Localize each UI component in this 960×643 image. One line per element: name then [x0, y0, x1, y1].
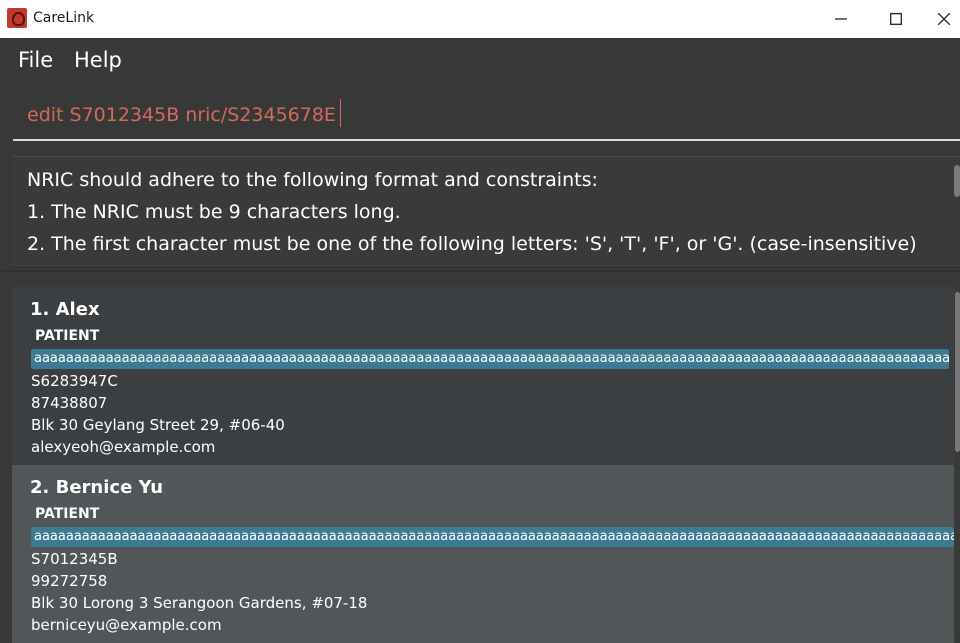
- person-role: PATIENT: [35, 328, 100, 344]
- person-role: PATIENT: [35, 506, 100, 522]
- close-icon: [938, 13, 950, 25]
- command-box: edit S7012345B nric/S2345678E: [0, 83, 960, 141]
- person-phone: 99272758: [31, 572, 108, 590]
- command-text: edit S7012345B nric/S2345678E: [27, 104, 336, 126]
- result-display: NRIC should adhere to the following form…: [12, 156, 960, 268]
- person-nric: S6283947C: [31, 372, 118, 390]
- menu-file[interactable]: File: [18, 48, 53, 72]
- minimize-icon: [835, 18, 847, 20]
- result-line: NRIC should adhere to the following form…: [27, 169, 598, 191]
- maximize-button[interactable]: [873, 0, 919, 38]
- person-card[interactable]: 2. Bernice Yu PATIENT aaaaaaaaaaaaaaaaaa…: [12, 465, 954, 643]
- app-logo-icon: [7, 8, 27, 28]
- list-scrollbar[interactable]: [955, 292, 960, 452]
- title-bar: CareLink: [0, 0, 960, 38]
- command-input[interactable]: edit S7012345B nric/S2345678E: [13, 83, 960, 141]
- person-address: Blk 30 Lorong 3 Serangoon Gardens, #07-1…: [31, 594, 368, 612]
- person-email: alexyeoh@example.com: [31, 438, 216, 456]
- minimize-button[interactable]: [818, 0, 864, 38]
- person-tag: aaaaaaaaaaaaaaaaaaaaaaaaaaaaaaaaaaaaaaaa…: [31, 349, 949, 369]
- menu-bar: File Help: [0, 38, 960, 82]
- result-line: 1. The NRIC must be 9 characters long.: [27, 201, 401, 223]
- menu-help[interactable]: Help: [74, 48, 122, 72]
- person-phone: 87438807: [31, 394, 108, 412]
- close-button[interactable]: [928, 0, 960, 38]
- person-tag: aaaaaaaaaaaaaaaaaaaaaaaaaaaaaaaaaaaaaaaa…: [31, 527, 954, 547]
- text-caret: [339, 98, 341, 127]
- person-tag-label: aaaaaaaaaaaaaaaaaaaaaaaaaaaaaaaaaaaaaaaa…: [34, 351, 949, 366]
- person-name: 2. Bernice Yu: [30, 477, 164, 498]
- person-address: Blk 30 Geylang Street 29, #06-40: [31, 416, 285, 434]
- result-line: 2. The first character must be one of th…: [27, 233, 917, 255]
- window-title: CareLink: [33, 10, 95, 26]
- result-scrollbar[interactable]: [954, 165, 960, 197]
- person-name: 1. Alex: [30, 299, 100, 320]
- person-card[interactable]: 1. Alex PATIENT aaaaaaaaaaaaaaaaaaaaaaaa…: [12, 287, 954, 465]
- person-email: berniceyu@example.com: [31, 616, 222, 634]
- person-nric: S7012345B: [31, 550, 118, 568]
- person-list: 1. Alex PATIENT aaaaaaaaaaaaaaaaaaaaaaaa…: [12, 287, 960, 643]
- maximize-icon: [890, 13, 902, 25]
- person-tag-label: aaaaaaaaaaaaaaaaaaaaaaaaaaaaaaaaaaaaaaaa…: [34, 529, 954, 544]
- divider: [0, 270, 960, 272]
